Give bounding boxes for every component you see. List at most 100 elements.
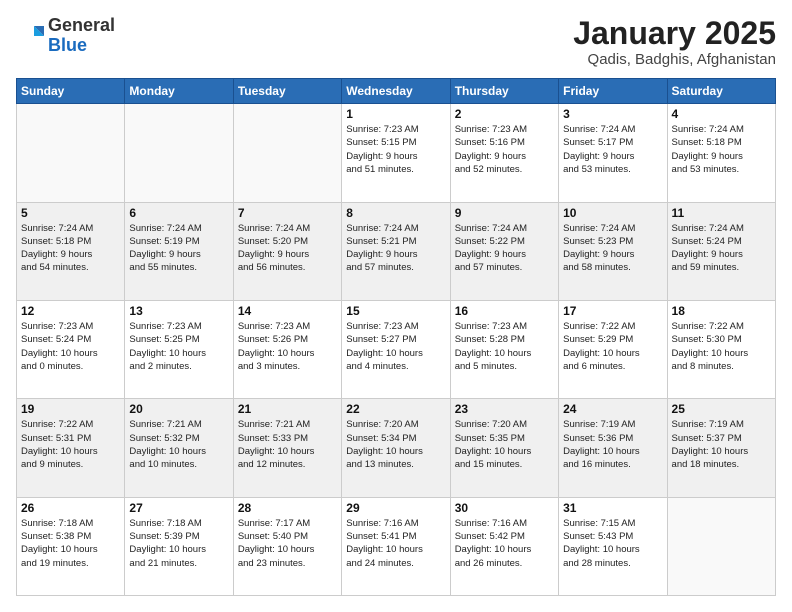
calendar-week-row: 5Sunrise: 7:24 AM Sunset: 5:18 PM Daylig…	[17, 202, 776, 300]
table-row: 29 Sunrise: 7:16 AM Sunset: 5:41 PM Dayli…	[342, 497, 450, 595]
title-block: January 2025 Qadis, Badghis, Afghanistan	[573, 16, 776, 68]
table-row: 4Sunrise: 7:24 AM Sunset: 5:18 PM Daylig…	[667, 104, 775, 202]
table-row: 24Sunrise: 7:19 AM Sunset: 5:36 PM Dayli…	[559, 399, 667, 497]
col-wednesday: Wednesday	[342, 79, 450, 104]
logo-text: General Blue	[48, 16, 115, 56]
day-number: 14	[238, 304, 337, 318]
table-row: 19 Sunrise: 7:22 AM Sunset: 5:31 PM Dayli…	[17, 399, 125, 497]
table-row: 14 Sunrise: 7:23 AM Sunset: 5:26 PM Dayli…	[233, 300, 341, 398]
day-number: 17	[563, 304, 662, 318]
day-number: 29	[346, 501, 445, 515]
day-detail: Sunrise: 7:24 AM Sunset: 5:18 PM Dayligh…	[21, 222, 120, 275]
table-row: 28 Sunrise: 7:17 AM Sunset: 5:40 PM Dayli…	[233, 497, 341, 595]
day-detail: Sunrise: 7:22 AM Sunset: 5:30 PM Dayligh…	[672, 320, 771, 373]
day-number: 15	[346, 304, 445, 318]
day-number: 26	[21, 501, 120, 515]
calendar-header-row: Sunday Monday Tuesday Wednesday Thursday…	[17, 79, 776, 104]
col-sunday: Sunday	[17, 79, 125, 104]
day-number: 28	[238, 501, 337, 515]
day-detail: Sunrise: 7:19 AM Sunset: 5:36 PM Dayligh…	[563, 418, 662, 471]
table-row: 6 Sunrise: 7:24 AM Sunset: 5:19 PM Daylig…	[125, 202, 233, 300]
table-row: 7Sunrise: 7:24 AM Sunset: 5:20 PM Daylig…	[233, 202, 341, 300]
day-detail: Sunrise: 7:23 AM Sunset: 5:25 PM Dayligh…	[129, 320, 228, 373]
calendar-week-row: 1 Sunrise: 7:23 AM Sunset: 5:15 PM Daylig…	[17, 104, 776, 202]
day-detail: Sunrise: 7:22 AM Sunset: 5:31 PM Dayligh…	[21, 418, 120, 471]
col-friday: Friday	[559, 79, 667, 104]
col-tuesday: Tuesday	[233, 79, 341, 104]
day-number: 7	[238, 206, 337, 220]
table-row: 15 Sunrise: 7:23 AM Sunset: 5:27 PM Dayli…	[342, 300, 450, 398]
day-number: 23	[455, 402, 554, 416]
calendar-week-row: 12 Sunrise: 7:23 AM Sunset: 5:24 PM Dayli…	[17, 300, 776, 398]
table-row: 3 Sunrise: 7:24 AM Sunset: 5:17 PM Daylig…	[559, 104, 667, 202]
col-thursday: Thursday	[450, 79, 558, 104]
table-row: 22Sunrise: 7:20 AM Sunset: 5:34 PM Dayli…	[342, 399, 450, 497]
day-detail: Sunrise: 7:24 AM Sunset: 5:21 PM Dayligh…	[346, 222, 445, 275]
table-row: 10Sunrise: 7:24 AM Sunset: 5:23 PM Dayli…	[559, 202, 667, 300]
table-row: 17 Sunrise: 7:22 AM Sunset: 5:29 PM Dayli…	[559, 300, 667, 398]
day-number: 19	[21, 402, 120, 416]
table-row: 13 Sunrise: 7:23 AM Sunset: 5:25 PM Dayli…	[125, 300, 233, 398]
table-row: 16 Sunrise: 7:23 AM Sunset: 5:28 PM Dayli…	[450, 300, 558, 398]
day-detail: Sunrise: 7:23 AM Sunset: 5:15 PM Dayligh…	[346, 123, 445, 176]
day-number: 11	[672, 206, 771, 220]
table-row	[667, 497, 775, 595]
day-number: 4	[672, 107, 771, 121]
table-row: 8 Sunrise: 7:24 AM Sunset: 5:21 PM Daylig…	[342, 202, 450, 300]
day-number: 2	[455, 107, 554, 121]
day-detail: Sunrise: 7:21 AM Sunset: 5:33 PM Dayligh…	[238, 418, 337, 471]
table-row: 30Sunrise: 7:16 AM Sunset: 5:42 PM Dayli…	[450, 497, 558, 595]
day-number: 1	[346, 107, 445, 121]
table-row: 1 Sunrise: 7:23 AM Sunset: 5:15 PM Daylig…	[342, 104, 450, 202]
day-detail: Sunrise: 7:19 AM Sunset: 5:37 PM Dayligh…	[672, 418, 771, 471]
day-detail: Sunrise: 7:24 AM Sunset: 5:22 PM Dayligh…	[455, 222, 554, 275]
page: General Blue January 2025 Qadis, Badghis…	[0, 0, 792, 612]
day-detail: Sunrise: 7:20 AM Sunset: 5:35 PM Dayligh…	[455, 418, 554, 471]
day-detail: Sunrise: 7:23 AM Sunset: 5:16 PM Dayligh…	[455, 123, 554, 176]
day-detail: Sunrise: 7:22 AM Sunset: 5:29 PM Dayligh…	[563, 320, 662, 373]
logo-general-text: General	[48, 15, 115, 35]
table-row: 25 Sunrise: 7:19 AM Sunset: 5:37 PM Dayli…	[667, 399, 775, 497]
day-detail: Sunrise: 7:15 AM Sunset: 5:43 PM Dayligh…	[563, 517, 662, 570]
day-detail: Sunrise: 7:18 AM Sunset: 5:38 PM Dayligh…	[21, 517, 120, 570]
table-row	[125, 104, 233, 202]
day-number: 18	[672, 304, 771, 318]
table-row: 5Sunrise: 7:24 AM Sunset: 5:18 PM Daylig…	[17, 202, 125, 300]
logo: General Blue	[16, 16, 115, 56]
logo-blue-text: Blue	[48, 35, 87, 55]
day-detail: Sunrise: 7:24 AM Sunset: 5:24 PM Dayligh…	[672, 222, 771, 275]
day-number: 30	[455, 501, 554, 515]
day-detail: Sunrise: 7:23 AM Sunset: 5:27 PM Dayligh…	[346, 320, 445, 373]
day-number: 9	[455, 206, 554, 220]
day-number: 6	[129, 206, 228, 220]
table-row: 23 Sunrise: 7:20 AM Sunset: 5:35 PM Dayli…	[450, 399, 558, 497]
table-row: 26 Sunrise: 7:18 AM Sunset: 5:38 PM Dayli…	[17, 497, 125, 595]
day-number: 22	[346, 402, 445, 416]
table-row: 20Sunrise: 7:21 AM Sunset: 5:32 PM Dayli…	[125, 399, 233, 497]
col-saturday: Saturday	[667, 79, 775, 104]
day-detail: Sunrise: 7:16 AM Sunset: 5:41 PM Dayligh…	[346, 517, 445, 570]
day-detail: Sunrise: 7:23 AM Sunset: 5:26 PM Dayligh…	[238, 320, 337, 373]
day-detail: Sunrise: 7:23 AM Sunset: 5:24 PM Dayligh…	[21, 320, 120, 373]
calendar-table: Sunday Monday Tuesday Wednesday Thursday…	[16, 78, 776, 596]
day-detail: Sunrise: 7:24 AM Sunset: 5:19 PM Dayligh…	[129, 222, 228, 275]
day-number: 25	[672, 402, 771, 416]
location: Qadis, Badghis, Afghanistan	[573, 51, 776, 68]
table-row: 2 Sunrise: 7:23 AM Sunset: 5:16 PM Daylig…	[450, 104, 558, 202]
day-number: 13	[129, 304, 228, 318]
table-row	[233, 104, 341, 202]
day-number: 10	[563, 206, 662, 220]
table-row	[17, 104, 125, 202]
month-year: January 2025	[573, 16, 776, 51]
day-number: 16	[455, 304, 554, 318]
table-row: 31Sunrise: 7:15 AM Sunset: 5:43 PM Dayli…	[559, 497, 667, 595]
day-detail: Sunrise: 7:23 AM Sunset: 5:28 PM Dayligh…	[455, 320, 554, 373]
day-number: 8	[346, 206, 445, 220]
day-detail: Sunrise: 7:17 AM Sunset: 5:40 PM Dayligh…	[238, 517, 337, 570]
day-detail: Sunrise: 7:24 AM Sunset: 5:17 PM Dayligh…	[563, 123, 662, 176]
table-row: 11 Sunrise: 7:24 AM Sunset: 5:24 PM Dayli…	[667, 202, 775, 300]
col-monday: Monday	[125, 79, 233, 104]
day-number: 12	[21, 304, 120, 318]
day-number: 3	[563, 107, 662, 121]
table-row: 12 Sunrise: 7:23 AM Sunset: 5:24 PM Dayli…	[17, 300, 125, 398]
